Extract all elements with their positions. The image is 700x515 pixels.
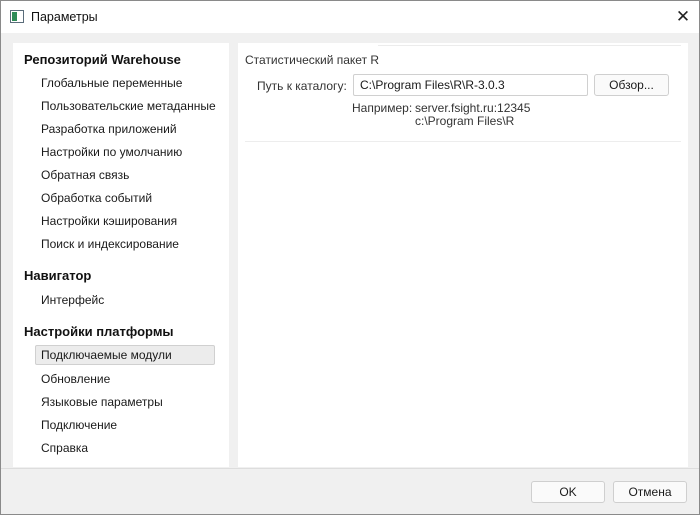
browse-button[interactable]: Обзор...	[594, 74, 669, 96]
sidebar-item-event-handling[interactable]: Обработка событий	[36, 188, 216, 208]
section-title: Статистический пакет R	[245, 53, 380, 67]
sidebar-item-language[interactable]: Языковые параметры	[36, 392, 216, 412]
sidebar-item-help[interactable]: Справка	[36, 438, 216, 458]
sidebar-item-app-development[interactable]: Разработка приложений	[36, 119, 216, 139]
sidebar-item-default-settings[interactable]: Настройки по умолчанию	[36, 142, 216, 162]
app-icon-accent	[12, 12, 17, 21]
close-button[interactable]: ✕	[667, 1, 699, 33]
ok-button[interactable]: OK	[531, 481, 605, 503]
sidebar-item-feedback[interactable]: Обратная связь	[36, 165, 216, 185]
footer-divider	[1, 468, 699, 469]
group-title-warehouse: Репозиторий Warehouse	[24, 52, 181, 67]
path-input[interactable]	[353, 74, 588, 96]
sidebar-item-user-metadata[interactable]: Пользовательские метаданные	[36, 96, 216, 116]
sidebar-item-update[interactable]: Обновление	[36, 369, 216, 389]
sidebar-item-global-variables[interactable]: Глобальные переменные	[36, 73, 216, 93]
settings-sidebar: Репозиторий Warehouse Глобальные перемен…	[13, 43, 229, 467]
cancel-button[interactable]: Отмена	[613, 481, 687, 503]
close-icon: ✕	[675, 7, 691, 26]
group-title-navigator: Навигатор	[24, 268, 92, 283]
sidebar-item-connection[interactable]: Подключение	[36, 415, 216, 435]
settings-panel: Статистический пакет R Путь к каталогу: …	[238, 43, 688, 467]
title-bar: Параметры ✕	[1, 1, 699, 33]
section-divider-top	[378, 45, 681, 46]
example-label: Например:	[352, 101, 413, 115]
dialog-footer: OK Отмена	[1, 468, 699, 514]
settings-dialog: Параметры ✕ Репозиторий Warehouse Глобал…	[0, 0, 700, 515]
app-icon	[10, 10, 24, 23]
sidebar-item-interface[interactable]: Интерфейс	[36, 290, 216, 310]
window-title: Параметры	[31, 10, 98, 24]
section-divider-bottom	[245, 141, 681, 142]
example-line-1: server.fsight.ru:12345	[415, 101, 531, 115]
sidebar-item-plugins[interactable]: Подключаемые модули	[35, 345, 215, 365]
example-line-2: c:\Program Files\R	[415, 114, 515, 128]
group-title-platform: Настройки платформы	[24, 324, 174, 339]
sidebar-item-search-indexing[interactable]: Поиск и индексирование	[36, 234, 216, 254]
dialog-content: Репозиторий Warehouse Глобальные перемен…	[1, 33, 699, 468]
sidebar-item-cache-settings[interactable]: Настройки кэширования	[36, 211, 216, 231]
path-label: Путь к каталогу:	[257, 79, 347, 93]
